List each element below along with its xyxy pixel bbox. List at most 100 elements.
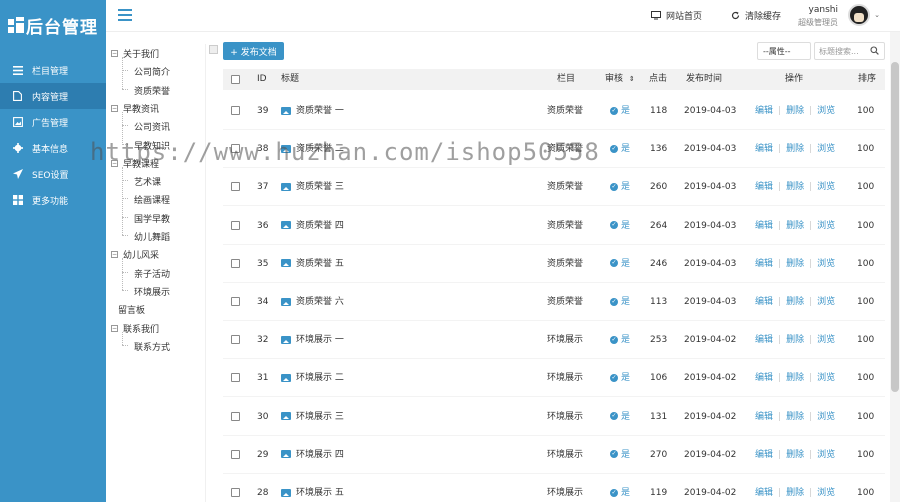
edit-link[interactable]: 编辑 [755, 412, 773, 422]
view-link[interactable]: 浏览 [817, 412, 835, 422]
delete-link[interactable]: 删除 [786, 259, 804, 269]
row-checkbox[interactable] [231, 106, 240, 115]
tree-node[interactable]: − 幼儿风采 [111, 248, 159, 261]
select-all-checkbox[interactable] [231, 75, 240, 84]
row-audit-status[interactable]: ✓ 是 [610, 474, 630, 502]
scrollbar[interactable] [890, 32, 900, 502]
view-link[interactable]: 浏览 [817, 259, 835, 269]
delete-link[interactable]: 删除 [786, 335, 804, 345]
tree-leaf[interactable]: 艺术课 [134, 175, 161, 188]
view-link[interactable]: 浏览 [817, 182, 835, 192]
row-audit-status[interactable]: ✓ 是 [610, 283, 630, 321]
clear-cache-link[interactable]: 清除缓存 [731, 9, 781, 22]
publish-document-button[interactable]: + 发布文档 [223, 42, 284, 60]
row-checkbox[interactable] [231, 488, 240, 497]
edit-link[interactable]: 编辑 [755, 182, 773, 192]
row-title-link[interactable]: 环境展示 四 [281, 436, 344, 474]
view-link[interactable]: 浏览 [817, 221, 835, 231]
edit-link[interactable]: 编辑 [755, 488, 773, 498]
row-title-link[interactable]: 资质荣誉 六 [281, 283, 344, 321]
view-link[interactable]: 浏览 [817, 144, 835, 154]
tree-collapse-toggle-icon[interactable]: − [111, 50, 118, 57]
delete-link[interactable]: 删除 [786, 106, 804, 116]
chevron-down-icon[interactable]: ⌄ [874, 11, 880, 19]
edit-link[interactable]: 编辑 [755, 106, 773, 116]
row-title-link[interactable]: 资质荣誉 五 [281, 245, 344, 283]
row-checkbox[interactable] [231, 373, 240, 383]
tree-leaf[interactable]: 亲子活动 [134, 267, 170, 280]
search-input[interactable] [815, 43, 870, 59]
row-checkbox[interactable] [231, 297, 240, 306]
view-link[interactable]: 浏览 [817, 373, 835, 383]
delete-link[interactable]: 删除 [786, 221, 804, 231]
delete-link[interactable]: 删除 [786, 488, 804, 498]
edit-link[interactable]: 编辑 [755, 144, 773, 154]
row-title-link[interactable]: 资质荣誉 四 [281, 207, 344, 245]
tree-collapse-toggle-icon[interactable]: − [111, 104, 118, 112]
row-checkbox[interactable] [231, 449, 240, 459]
avatar[interactable] [848, 4, 870, 26]
sidebar-item-1[interactable]: 内容管理 [0, 83, 106, 109]
view-link[interactable]: 浏览 [817, 335, 835, 345]
tree-leaf[interactable]: 国学早教 [134, 212, 170, 225]
row-title-link[interactable]: 环境展示 三 [281, 398, 344, 436]
row-audit-status[interactable]: ✓ 是 [610, 359, 630, 397]
site-home-link[interactable]: 网站首页 [651, 9, 702, 22]
header-audit[interactable]: 审核 ⇕ [605, 69, 635, 90]
row-audit-status[interactable]: ✓ 是 [610, 398, 630, 436]
tree-node[interactable]: − 早教资讯 [111, 102, 159, 115]
sidebar-item-0[interactable]: 栏目管理 [0, 57, 106, 83]
edit-link[interactable]: 编辑 [755, 450, 773, 460]
row-title-link[interactable]: 资质荣誉 三 [281, 168, 344, 206]
tree-node[interactable]: 留言板 [111, 303, 145, 316]
edit-link[interactable]: 编辑 [755, 221, 773, 231]
tree-collapse-toggle-icon[interactable]: − [111, 251, 118, 259]
row-checkbox[interactable] [231, 258, 240, 268]
tree-leaf[interactable]: 环境展示 [134, 285, 170, 298]
delete-link[interactable]: 删除 [786, 182, 804, 192]
edit-link[interactable]: 编辑 [755, 297, 773, 307]
delete-link[interactable]: 删除 [786, 373, 804, 383]
view-link[interactable]: 浏览 [817, 106, 835, 116]
row-checkbox[interactable] [231, 335, 240, 345]
attribute-select[interactable]: --属性-- [757, 42, 811, 60]
row-title-link[interactable]: 资质荣誉 一 [281, 92, 344, 130]
tree-leaf[interactable]: 公司简介 [134, 65, 170, 78]
row-checkbox[interactable] [231, 220, 240, 230]
tree-leaf[interactable]: 幼儿舞蹈 [134, 230, 170, 243]
row-checkbox[interactable] [231, 411, 240, 421]
row-audit-status[interactable]: ✓ 是 [610, 321, 630, 359]
delete-link[interactable]: 删除 [786, 412, 804, 422]
view-link[interactable]: 浏览 [817, 488, 835, 498]
row-audit-status[interactable]: ✓ 是 [610, 168, 630, 206]
view-link[interactable]: 浏览 [817, 450, 835, 460]
search-icon[interactable] [870, 46, 879, 55]
tree-leaf[interactable]: 公司资讯 [134, 120, 170, 133]
row-audit-status[interactable]: ✓ 是 [610, 130, 630, 168]
row-audit-status[interactable]: ✓ 是 [610, 207, 630, 245]
tree-leaf[interactable]: 联系方式 [134, 340, 170, 353]
tree-leaf[interactable]: 资质荣誉 [134, 84, 170, 97]
delete-link[interactable]: 删除 [786, 297, 804, 307]
delete-link[interactable]: 删除 [786, 144, 804, 154]
row-checkbox[interactable] [231, 182, 240, 192]
edit-link[interactable]: 编辑 [755, 335, 773, 345]
sort-icon[interactable]: ⇕ [629, 75, 635, 83]
row-title-link[interactable]: 环境展示 一 [281, 321, 344, 359]
row-audit-status[interactable]: ✓ 是 [610, 245, 630, 283]
scroll-thumb[interactable] [891, 62, 899, 392]
tree-node[interactable]: − 关于我们 [111, 47, 159, 60]
tree-collapse-icon[interactable] [209, 45, 218, 54]
sidebar-item-5[interactable]: 更多功能 [0, 187, 106, 213]
row-title-link[interactable]: 环境展示 二 [281, 359, 344, 397]
row-audit-status[interactable]: ✓ 是 [610, 92, 630, 130]
sidebar-item-2[interactable]: 广告管理 [0, 109, 106, 135]
edit-link[interactable]: 编辑 [755, 259, 773, 269]
tree-leaf[interactable]: 绘画课程 [134, 193, 170, 206]
tree-collapse-toggle-icon[interactable]: − [111, 324, 118, 332]
view-link[interactable]: 浏览 [817, 297, 835, 307]
delete-link[interactable]: 删除 [786, 450, 804, 460]
tree-node[interactable]: − 联系我们 [111, 322, 159, 335]
edit-link[interactable]: 编辑 [755, 373, 773, 383]
menu-toggle-icon[interactable] [118, 9, 132, 21]
